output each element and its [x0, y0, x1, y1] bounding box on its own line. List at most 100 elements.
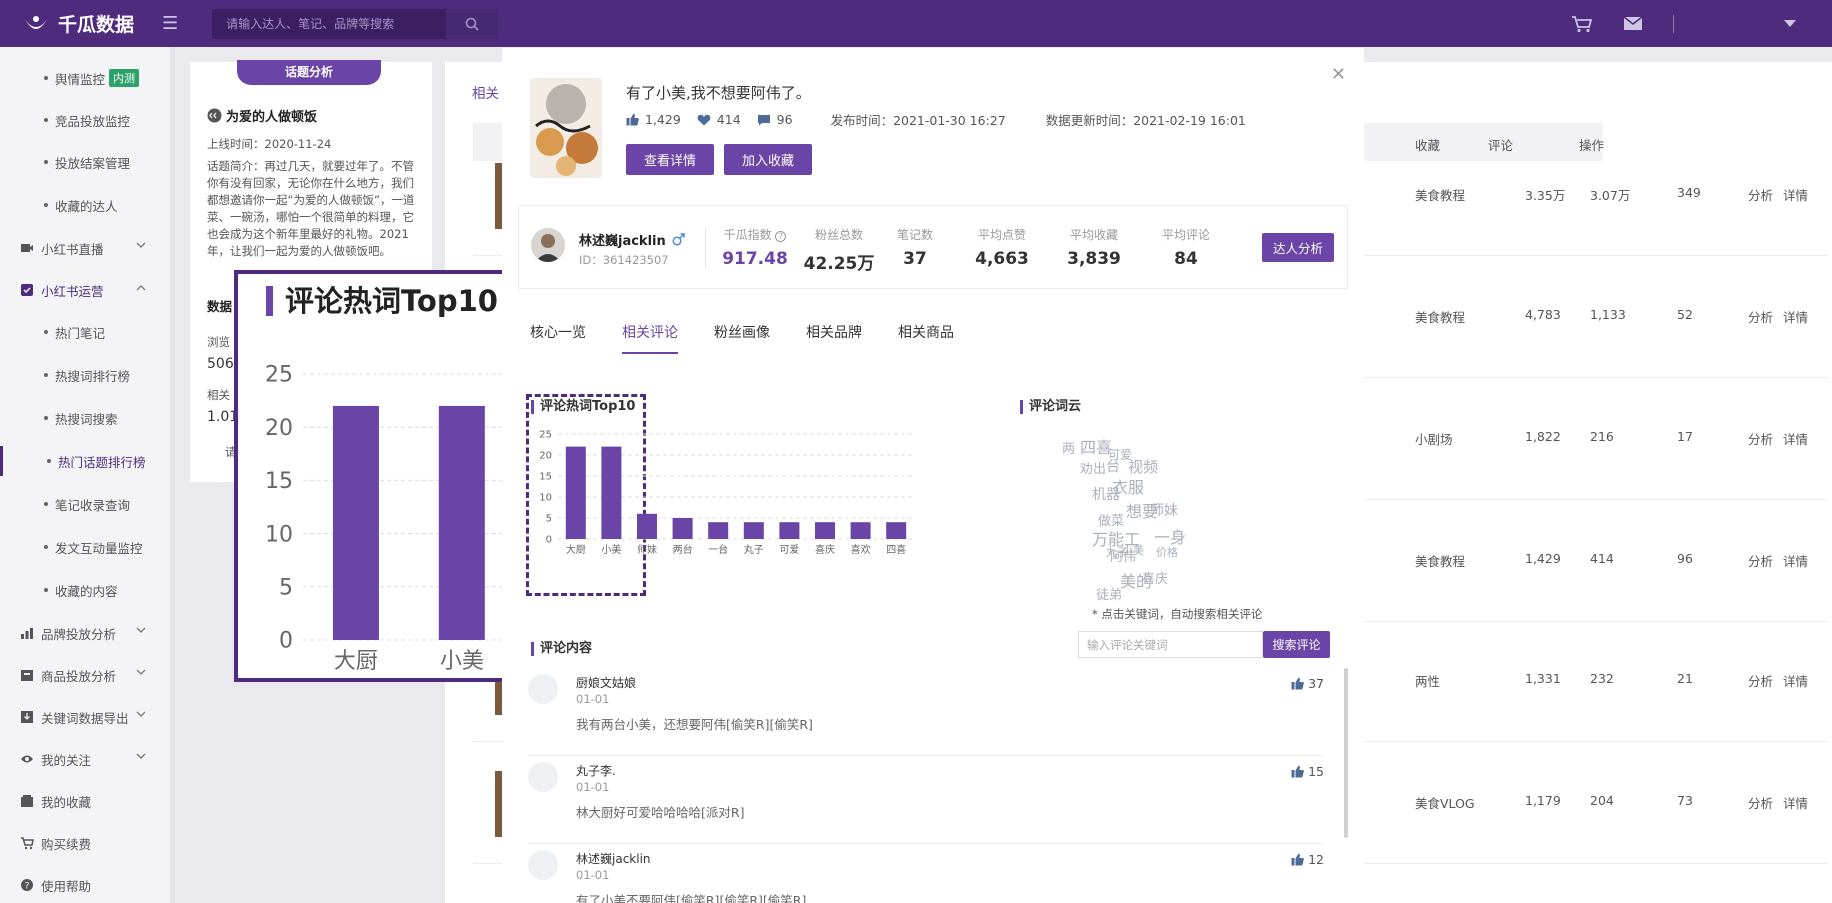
bar[interactable] — [815, 522, 835, 539]
cart-icon[interactable] — [1571, 15, 1593, 33]
like-count: 37 — [1308, 676, 1324, 691]
bar[interactable] — [565, 446, 586, 539]
bar[interactable] — [601, 446, 622, 539]
sidebar-item-campaign[interactable]: 投放结案管理 — [0, 147, 170, 177]
sidebar-item-hot-search[interactable]: 热搜词搜索 — [0, 403, 170, 433]
detail-link[interactable]: 详情 — [1783, 551, 1808, 570]
detail-link[interactable]: 详情 — [1783, 307, 1808, 326]
add-favorite-button[interactable]: 加入收藏 — [724, 144, 812, 175]
search-input[interactable] — [212, 8, 447, 39]
chevron-down-icon[interactable] — [1784, 19, 1796, 28]
stat-fans: 粉丝总数 42.25万 — [799, 226, 879, 274]
topic-related-label: 相关 — [207, 388, 230, 402]
sidebar-item-my-favorites[interactable]: 我的收藏 — [0, 786, 170, 816]
bar[interactable] — [637, 513, 657, 539]
tab-overview[interactable]: 核心一览 — [530, 322, 586, 354]
sidebar-group-goods[interactable]: 商品投放分析 — [0, 660, 170, 690]
close-icon[interactable]: ✕ — [1331, 64, 1346, 85]
cloud-word[interactable]: 劝出 — [1080, 458, 1106, 477]
cloud-word[interactable]: 台 — [1106, 456, 1120, 476]
chevron-down-icon — [136, 627, 146, 633]
tab-fans[interactable]: 粉丝画像 — [714, 322, 770, 354]
help-icon[interactable]: ? — [775, 231, 787, 242]
cloud-word[interactable]: 价格 — [1156, 544, 1178, 560]
analyze-link[interactable]: 分析 — [1748, 793, 1773, 812]
sidebar-item-fav-content[interactable]: 收藏的内容 — [0, 575, 170, 605]
analyze-link[interactable]: 分析 — [1748, 429, 1773, 448]
sidebar-group-brand[interactable]: 品牌投放分析 — [0, 618, 170, 648]
cloud-word[interactable]: 两 — [1062, 438, 1075, 457]
mail-icon[interactable] — [1623, 16, 1643, 31]
sidebar-item-hot-topics[interactable]: 热门话题排行榜 — [0, 446, 170, 476]
comment-date: 01-01 — [576, 780, 610, 794]
sidebar-item-renew[interactable]: 购买续费 — [0, 828, 170, 858]
detail-link[interactable]: 详情 — [1783, 185, 1808, 204]
detail-link[interactable]: 详情 — [1783, 429, 1808, 448]
table-tab[interactable]: 相关 — [472, 86, 499, 103]
sidebar-item-label: 品牌投放分析 — [41, 626, 117, 642]
analyze-link[interactable]: 分析 — [1748, 185, 1773, 204]
avatar[interactable] — [528, 674, 558, 704]
tab-goods[interactable]: 相关商品 — [898, 322, 954, 354]
analyze-link[interactable]: 分析 — [1748, 551, 1773, 570]
commenter-name[interactable]: 丸子李. — [576, 762, 616, 779]
sidebar-item-engagement[interactable]: 发文互动量监控 — [0, 532, 170, 562]
avatar[interactable] — [528, 850, 558, 880]
likes-stat: 1,429 — [626, 112, 681, 127]
comments-cell: 73 — [1677, 793, 1693, 808]
avatar[interactable] — [528, 762, 558, 792]
sidebar-item-hot-search-rank[interactable]: 热搜词排行榜 — [0, 360, 170, 390]
sidebar-item-label: 商品投放分析 — [41, 668, 117, 684]
avatar[interactable] — [531, 228, 565, 262]
cloud-word[interactable]: 师妹 — [1150, 500, 1178, 520]
search-comments-button[interactable]: 搜索评论 — [1263, 631, 1330, 658]
search-button[interactable] — [446, 8, 499, 39]
menu-toggle-icon[interactable]: ☰ — [162, 13, 178, 34]
bar[interactable] — [743, 522, 764, 539]
author-analysis-button[interactable]: 达人分析 — [1262, 233, 1334, 262]
bar[interactable] — [850, 522, 871, 539]
comments-scrollbar[interactable] — [1344, 668, 1348, 838]
sidebar-group-live[interactable]: 小红书直播 — [0, 233, 170, 263]
sidebar-item-sentiment[interactable]: 舆情监控 内测 — [0, 63, 170, 93]
sidebar-item-note-index[interactable]: 笔记收录查询 — [0, 489, 170, 519]
stat-value: 37 — [903, 249, 927, 269]
tab-brands[interactable]: 相关品牌 — [806, 322, 862, 354]
analyze-link[interactable]: 分析 — [1748, 671, 1773, 690]
sidebar-item-fav-kol[interactable]: 收藏的达人 — [0, 190, 170, 220]
bar[interactable] — [708, 522, 729, 539]
bar[interactable] — [332, 405, 379, 640]
author-name[interactable]: 林述巍jacklin — [579, 230, 685, 249]
bar[interactable] — [672, 518, 693, 539]
analyze-link[interactable]: 分析 — [1748, 307, 1773, 326]
bar[interactable] — [779, 522, 800, 539]
commenter-name[interactable]: 厨娘文姑娘 — [576, 674, 636, 691]
sidebar-scrollbar[interactable] — [170, 47, 175, 903]
sidebar-item-competitor[interactable]: 竞品投放监控 — [0, 105, 170, 135]
sidebar-group-export[interactable]: 关键词数据导出 — [0, 702, 170, 732]
x-tick-label: 小美 — [601, 543, 621, 556]
cloud-word[interactable]: 徒弟 — [1096, 584, 1122, 603]
detail-link[interactable]: 详情 — [1783, 671, 1808, 690]
note-cover-image[interactable] — [530, 78, 602, 178]
comment-keyword-input[interactable] — [1078, 631, 1263, 658]
bar[interactable] — [438, 405, 485, 640]
tab-comments[interactable]: 相关评论 — [622, 322, 678, 354]
cloud-word[interactable]: 喜庆 — [1142, 568, 1168, 587]
sidebar-item-hot-notes[interactable]: 热门笔记 — [0, 317, 170, 347]
logo[interactable]: 千瓜数据 — [22, 10, 134, 37]
note-title: 有了小美,我不想要阿伟了。 — [626, 84, 811, 102]
category-cell: 美食教程 — [1415, 188, 1466, 203]
cloud-word[interactable]: 小美 — [1122, 542, 1144, 558]
sidebar-item-help[interactable]: ? 使用帮助 — [0, 870, 170, 900]
sidebar-group-ops[interactable]: 小红书运营 — [0, 275, 170, 305]
export-icon — [21, 711, 33, 723]
sidebar-group-follow[interactable]: 我的关注 — [0, 744, 170, 774]
bar[interactable] — [886, 522, 907, 539]
commenter-name[interactable]: 林述巍jacklin — [576, 850, 651, 867]
cloud-word[interactable]: 机器 — [1092, 484, 1120, 504]
detail-link[interactable]: 详情 — [1783, 793, 1808, 812]
view-detail-button[interactable]: 查看详情 — [626, 144, 714, 175]
topic-browse-value: 506 — [207, 356, 234, 372]
topic-analysis-pill[interactable]: 话题分析 — [237, 60, 381, 85]
